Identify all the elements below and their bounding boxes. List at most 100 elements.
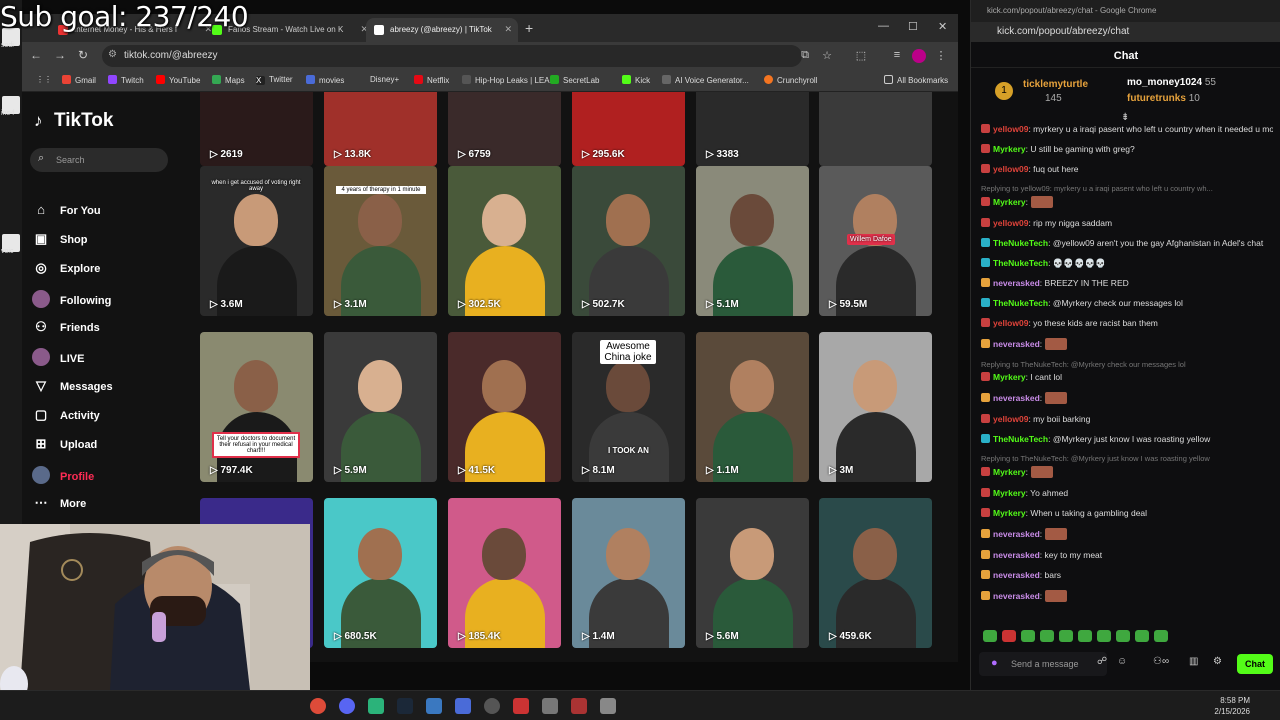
bookmark-twitter[interactable]: X Twitter: [256, 75, 293, 85]
bookmark-youtube[interactable]: YouTube: [156, 75, 200, 85]
users-icon[interactable]: ⚇∞: [1153, 656, 1169, 667]
chat-message[interactable]: Myrkery: I cant lol: [981, 372, 1273, 382]
video-thumbnail[interactable]: ▷ 502.7K: [572, 166, 685, 316]
emote-icon[interactable]: [1040, 630, 1054, 642]
taskbar-clock[interactable]: 8:58 PM 2/15/2026: [1214, 695, 1250, 717]
video-thumbnail[interactable]: [819, 92, 932, 166]
pin-icon[interactable]: ⇟: [1121, 112, 1129, 123]
emote-icon[interactable]: [1097, 630, 1111, 642]
chat-message[interactable]: yellow09: fuq out here: [981, 164, 1273, 174]
chat-username[interactable]: TheNukeTech: [993, 258, 1048, 268]
chat-username[interactable]: TheNukeTech: [993, 298, 1048, 308]
video-thumbnail[interactable]: ▷ 1.1M: [696, 332, 809, 482]
chat-username[interactable]: yellow09: [993, 164, 1028, 174]
chat-message[interactable]: Myrkery: When u taking a gambling deal: [981, 508, 1273, 518]
app-icon[interactable]: [571, 698, 587, 714]
chat-username[interactable]: neverasked: [993, 591, 1040, 601]
reload-button[interactable]: ↻: [78, 48, 88, 62]
install-icon[interactable]: ⧉: [798, 49, 812, 63]
chat-message[interactable]: neverasked: key to my meat: [981, 550, 1273, 560]
new-tab-button[interactable]: +: [525, 20, 533, 36]
bookmark-disney[interactable]: Disney+: [370, 75, 399, 84]
emote-icon[interactable]: [1116, 630, 1130, 642]
video-thumbnail[interactable]: ▷ 459.6K: [819, 498, 932, 648]
chat-message[interactable]: TheNukeTech: @Myrkery check our messages…: [981, 298, 1273, 308]
notes-icon[interactable]: [455, 698, 471, 714]
chat-username[interactable]: TheNukeTech: [993, 238, 1048, 248]
chat-message[interactable]: TheNukeTech: @Myrkery just know I was ro…: [981, 434, 1273, 444]
bookmark-kick[interactable]: Kick: [622, 75, 650, 85]
chat-username[interactable]: yellow09: [993, 124, 1028, 134]
minimize-button[interactable]: —: [878, 20, 889, 32]
discord-icon[interactable]: [339, 698, 355, 714]
bookmark-secretlab[interactable]: SecretLab: [550, 75, 599, 85]
gif-icon[interactable]: ☍: [1097, 656, 1107, 667]
leaderboard-first[interactable]: ticklemyturtle: [1023, 79, 1088, 90]
bookmark-ai-voice[interactable]: AI Voice Generator...: [662, 75, 749, 85]
nav-item-friends[interactable]: ⚇ Friends: [32, 319, 100, 335]
app-icon[interactable]: [368, 698, 384, 714]
video-thumbnail[interactable]: ▷ 3.1M 4 years of therapy in 1 minute: [324, 166, 437, 316]
chat-message[interactable]: yellow09: yo these kids are racist ban t…: [981, 318, 1273, 328]
back-button[interactable]: ←: [30, 48, 42, 62]
video-thumbnail[interactable]: ▷ 3.6M when i get accused of voting right…: [200, 166, 313, 316]
bookmark-crunchyroll[interactable]: Crunchyroll: [764, 75, 817, 85]
tiktok-logo[interactable]: ♪ TikTok: [34, 110, 113, 132]
chat-username[interactable]: Myrkery: [993, 372, 1026, 382]
search-input[interactable]: ⌕ Search: [30, 148, 168, 172]
video-thumbnail[interactable]: ▷ 185.4K: [448, 498, 561, 648]
chat-message[interactable]: neverasked:: [981, 590, 1273, 602]
steam-icon[interactable]: [397, 698, 413, 714]
gift-icon[interactable]: ▥: [1189, 656, 1198, 667]
nav-item-activity[interactable]: ▢ Activity: [32, 407, 100, 423]
app-icon[interactable]: [542, 698, 558, 714]
video-thumbnail[interactable]: ▷ 680.5K: [324, 498, 437, 648]
video-thumbnail[interactable]: ▷ 302.5K: [448, 166, 561, 316]
nav-item-shop[interactable]: ▣ Shop: [32, 231, 88, 247]
extensions-icon[interactable]: ⬚: [854, 49, 868, 63]
chat-username[interactable]: yellow09: [993, 218, 1028, 228]
close-window-button[interactable]: ✕: [938, 20, 947, 33]
video-thumbnail[interactable]: ▷ 8.1M Awesome China joke I TOOK AN: [572, 332, 685, 482]
nav-item-messages[interactable]: ▽ Messages: [32, 378, 113, 394]
nav-item-live[interactable]: LIVE: [32, 348, 84, 366]
bookmark-twitch[interactable]: Twitch: [108, 75, 144, 85]
tab-tiktok[interactable]: abreezy (@abreezy) | TikTok ✕: [366, 18, 518, 42]
emote-icon[interactable]: [1021, 630, 1035, 642]
video-thumbnail[interactable]: ▷ 5.9M: [324, 332, 437, 482]
bookmark-maps[interactable]: Maps: [212, 75, 245, 85]
nav-item-following[interactable]: Following: [32, 290, 111, 308]
obs-icon[interactable]: [484, 698, 500, 714]
chat-username[interactable]: neverasked: [993, 278, 1040, 288]
chat-username[interactable]: Myrkery: [993, 467, 1026, 477]
nav-item-for-you[interactable]: ⌂ For You: [32, 202, 100, 217]
video-thumbnail[interactable]: ▷ 59.5M Willem Dafoe: [819, 166, 932, 316]
chrome-icon[interactable]: [310, 698, 326, 714]
chat-message[interactable]: neverasked:: [981, 528, 1273, 540]
video-thumbnail[interactable]: ▷ 2619: [200, 92, 313, 166]
chat-message[interactable]: yellow09: my boii barking: [981, 414, 1273, 424]
video-thumbnail[interactable]: ▷ 5.6M: [696, 498, 809, 648]
bookmark-gmail[interactable]: Gmail: [62, 75, 96, 85]
chat-message[interactable]: neverasked:: [981, 392, 1273, 404]
chat-username[interactable]: yellow09: [993, 414, 1028, 424]
mic-icon[interactable]: ●: [991, 657, 998, 669]
chat-username[interactable]: TheNukeTech: [993, 434, 1048, 444]
chat-send-button[interactable]: Chat: [1237, 654, 1273, 674]
chat-message[interactable]: yellow09: myrkery u a iraqi pasent who l…: [981, 124, 1273, 134]
video-thumbnail[interactable]: ▷ 1.4M: [572, 498, 685, 648]
video-thumbnail[interactable]: ▷ 5.1M: [696, 166, 809, 316]
leaderboard-second[interactable]: mo_money1024 55: [1127, 77, 1216, 88]
apps-icon[interactable]: ⋮⋮: [36, 75, 52, 84]
nav-item-more[interactable]: ⋯ More: [32, 495, 87, 511]
explorer-icon[interactable]: [426, 698, 442, 714]
chat-username[interactable]: neverasked: [993, 529, 1040, 539]
video-thumbnail[interactable]: ▷ 295.6K: [572, 92, 685, 166]
bookmark-netflix[interactable]: Netflix: [414, 75, 449, 85]
chat-message[interactable]: TheNukeTech: @yellow09 aren't you the ga…: [981, 238, 1273, 248]
chat-message[interactable]: TheNukeTech: 💀💀💀💀💀: [981, 258, 1273, 268]
emote-icon[interactable]: [1135, 630, 1149, 642]
close-icon[interactable]: ✕: [504, 24, 512, 35]
chat-message[interactable]: neverasked:: [981, 338, 1273, 350]
emote-icon[interactable]: [1078, 630, 1092, 642]
